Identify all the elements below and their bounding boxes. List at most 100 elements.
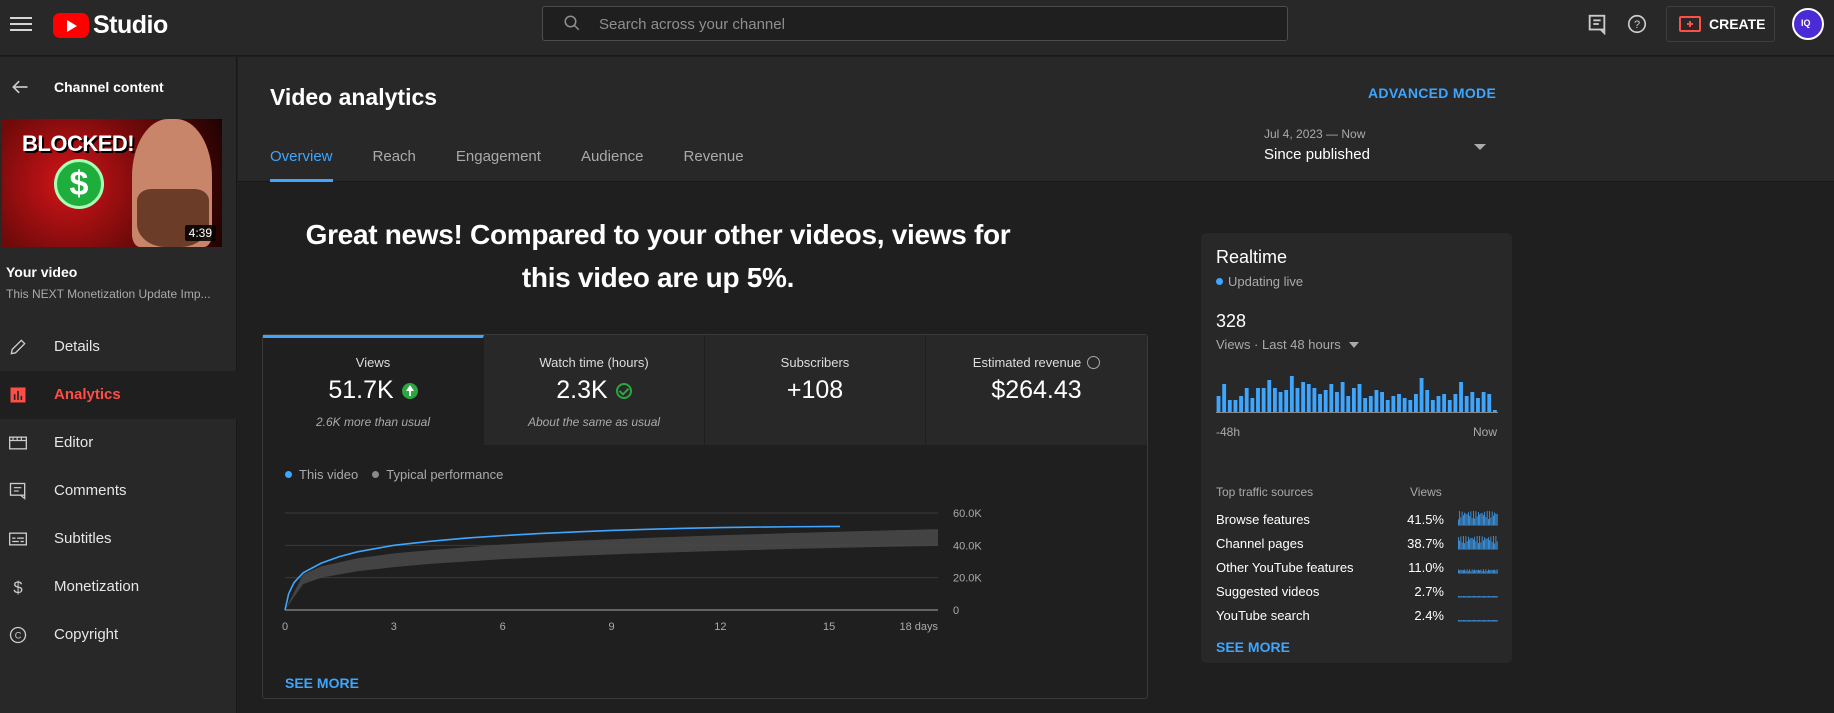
tab-reach[interactable]: Reach [373, 148, 416, 182]
x-tick-label: 18 days [899, 621, 938, 633]
realtime-see-more-button[interactable]: SEE MORE [1216, 639, 1290, 655]
sparkline-bar [1491, 569, 1493, 573]
svg-text:$: $ [13, 578, 22, 597]
sidebar-item-editor[interactable]: Editor [0, 419, 237, 467]
sparkline-bar [1469, 569, 1471, 573]
studio-logo[interactable]: Studio [53, 11, 168, 39]
traffic-sparkline [1458, 535, 1498, 550]
tab-revenue[interactable]: Revenue [684, 148, 744, 182]
caret-down-icon [1348, 342, 1359, 348]
sparkline-bar [1459, 540, 1461, 549]
realtime-period-dropdown[interactable]: Views · Last 48 hours [1216, 337, 1359, 352]
metric-views[interactable]: Views 51.7K 2.6K more than usual [263, 335, 484, 445]
sparkline-bar [1479, 620, 1481, 621]
sparkline-bar [1486, 620, 1488, 621]
realtime-bar [1453, 394, 1458, 412]
sparkline-bar [1495, 536, 1497, 549]
realtime-bar [1442, 394, 1447, 412]
sparkline-bar [1470, 511, 1472, 525]
metric-label: Views [355, 355, 391, 370]
sparkline-bar [1484, 571, 1486, 573]
sparkline-bar [1475, 511, 1477, 525]
avatar[interactable]: IQ [1792, 8, 1824, 40]
realtime-bar [1278, 392, 1283, 412]
sidebar-item-comments[interactable]: Comments [0, 467, 237, 515]
metric-value: +108 [786, 376, 844, 404]
sidebar-item-subtitles[interactable]: Subtitles [0, 515, 237, 563]
sparkline-bar [1470, 596, 1472, 597]
back-arrow-icon [12, 80, 28, 94]
video-thumbnail[interactable]: BLOCKED! $ 4:39 [2, 119, 222, 247]
realtime-bar [1487, 394, 1492, 412]
avatar-text: IQ [1801, 18, 1811, 28]
chart-legend: This video Typical performance [285, 467, 503, 482]
realtime-bar [1470, 392, 1475, 412]
traffic-source-pct: 2.7% [1414, 584, 1444, 599]
sparkline-bar [1481, 536, 1483, 549]
sparkline-bar [1485, 569, 1487, 573]
realtime-bar [1329, 384, 1334, 412]
tab-overview[interactable]: Overview [270, 148, 333, 182]
sidebar-item-copyright[interactable]: C Copyright [0, 611, 237, 659]
arrow-up-icon [401, 382, 418, 399]
help-icon[interactable]: ? [1626, 13, 1648, 35]
realtime-bar [1368, 396, 1373, 412]
sparkline-bar [1490, 536, 1492, 549]
tab-engagement[interactable]: Engagement [456, 148, 541, 182]
back-to-channel-content[interactable]: Channel content [0, 75, 237, 99]
sidebar-item-analytics[interactable]: Analytics [0, 371, 237, 419]
realtime-bar [1284, 390, 1289, 412]
caret-down-icon [1474, 144, 1486, 150]
realtime-bar [1222, 384, 1227, 412]
sidebar-item-details[interactable]: Details [0, 323, 237, 371]
advanced-mode-button[interactable]: ADVANCED MODE [1368, 85, 1496, 101]
realtime-bar [1261, 388, 1266, 412]
realtime-bar-chart [1216, 376, 1498, 413]
sparkline-bar [1488, 596, 1489, 597]
realtime-bar [1425, 390, 1430, 412]
dollar-coin-icon: $ [54, 159, 104, 209]
search-icon [564, 15, 580, 31]
traffic-sparkline [1458, 569, 1498, 574]
sparkline-bar [1474, 518, 1476, 525]
metric-label: Subscribers [780, 355, 850, 370]
search-input[interactable]: Search across your channel [542, 6, 1288, 41]
your-video-label: Your video [6, 264, 78, 280]
see-more-button[interactable]: SEE MORE [285, 675, 359, 691]
traffic-source-pct: 41.5% [1407, 512, 1444, 527]
dollar-icon: $ [13, 578, 22, 597]
date-range-dropdown[interactable]: Jul 4, 2023 — Now Since published [1264, 127, 1490, 171]
metric-watch-time[interactable]: Watch time (hours) 2.3K About the same a… [484, 335, 705, 445]
feedback-icon[interactable] [1586, 13, 1608, 35]
date-range-sub: Jul 4, 2023 — Now [1264, 127, 1366, 141]
realtime-bar [1430, 400, 1435, 412]
tab-audience[interactable]: Audience [581, 148, 644, 182]
sparkline-bar [1470, 571, 1472, 573]
sparkline-bar [1466, 569, 1468, 573]
sidebar-item-monetization[interactable]: $ Monetization [0, 563, 237, 611]
create-button[interactable]: CREATE [1666, 6, 1775, 42]
overview-card: Views 51.7K 2.6K more than usual Watch t… [262, 334, 1148, 699]
sparkline-bar [1466, 541, 1468, 549]
sparkline-bar [1478, 512, 1479, 525]
sparkline-bar [1483, 540, 1484, 549]
sparkline-bar [1478, 569, 1479, 573]
sparkline-bar [1478, 596, 1479, 597]
sparkline-bar [1463, 535, 1464, 549]
sparkline-bar [1494, 569, 1496, 573]
tab-bar: Overview Reach Engagement Audience Reven… [270, 148, 784, 182]
metric-subscribers[interactable]: Subscribers +108 [705, 335, 926, 445]
sparkline-bar [1459, 596, 1461, 597]
menu-icon[interactable] [10, 14, 32, 34]
sparkline-bar [1476, 620, 1478, 621]
search-placeholder: Search across your channel [599, 16, 785, 33]
sparkline-bar [1491, 620, 1493, 621]
metric-revenue[interactable]: Estimated revenue $264.43 [926, 335, 1147, 445]
sparkline-bar [1461, 542, 1463, 549]
sparkline-bar [1466, 514, 1468, 525]
realtime-bar [1318, 394, 1322, 412]
main-content: Video analytics ADVANCED MODE Overview R… [238, 57, 1834, 713]
sparkline-bar [1496, 596, 1498, 597]
metric-note: 2.6K more than usual [315, 415, 431, 429]
sparkline-bar [1461, 511, 1463, 525]
